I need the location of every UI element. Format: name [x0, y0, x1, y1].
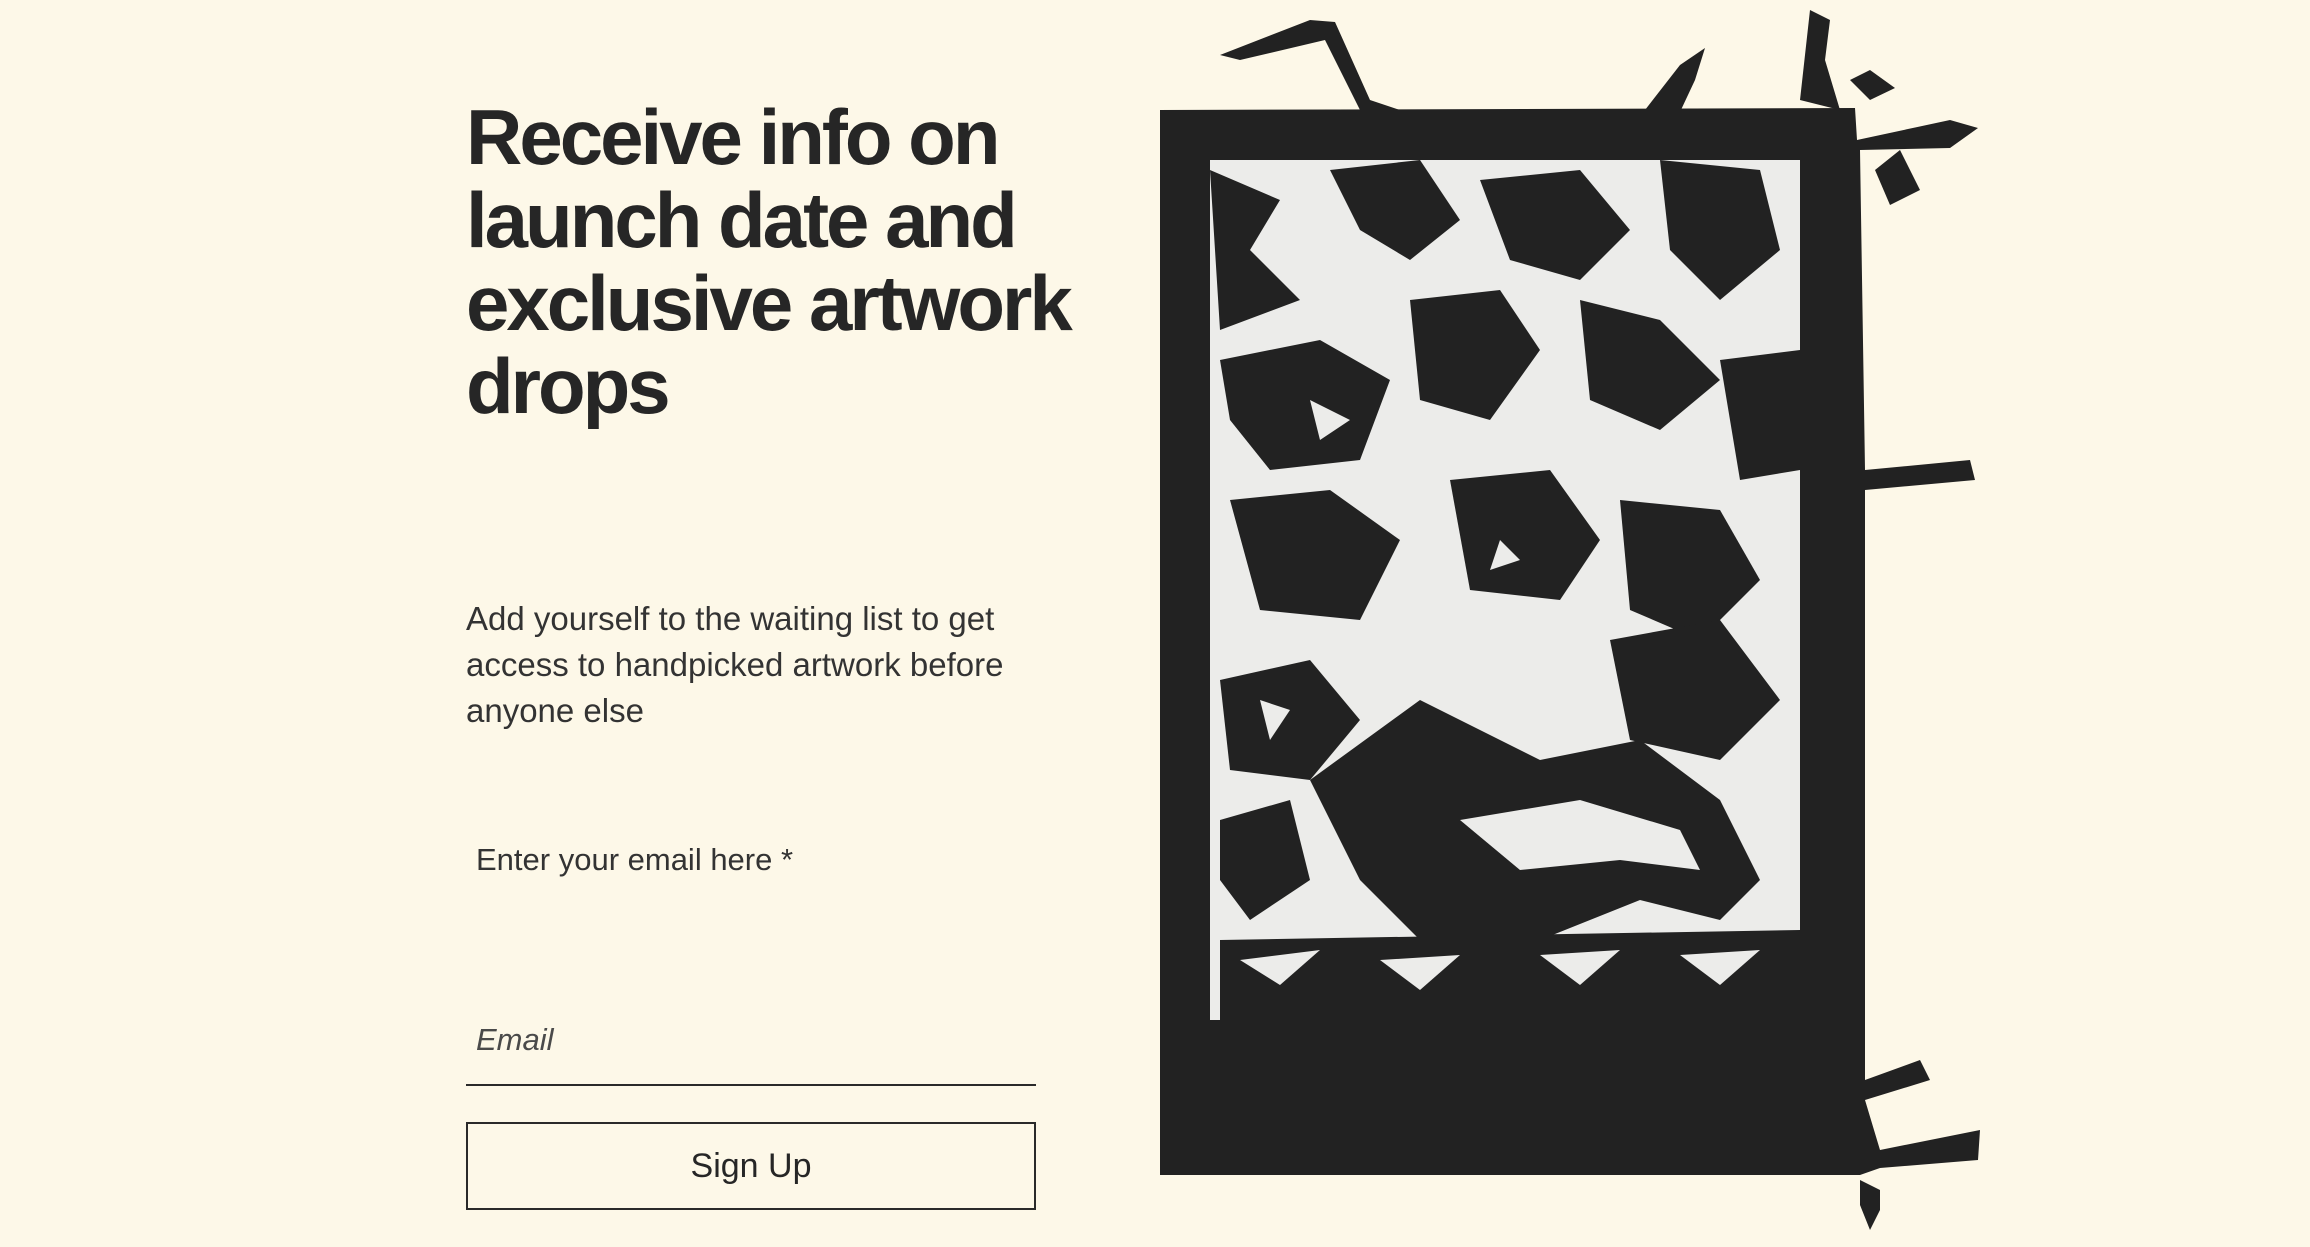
- email-field[interactable]: [466, 996, 1036, 1086]
- linocut-artwork-image: [1160, 10, 1980, 1230]
- sign-up-button[interactable]: Sign Up: [466, 1122, 1036, 1210]
- signup-description: Add yourself to the waiting list to get …: [466, 600, 1004, 729]
- page-title: Receive info on launch date and exclusiv…: [466, 93, 1073, 430]
- email-label: Enter your email here *: [476, 842, 794, 877]
- signup-section: Receive info on launch date and exclusiv…: [466, 93, 1086, 1210]
